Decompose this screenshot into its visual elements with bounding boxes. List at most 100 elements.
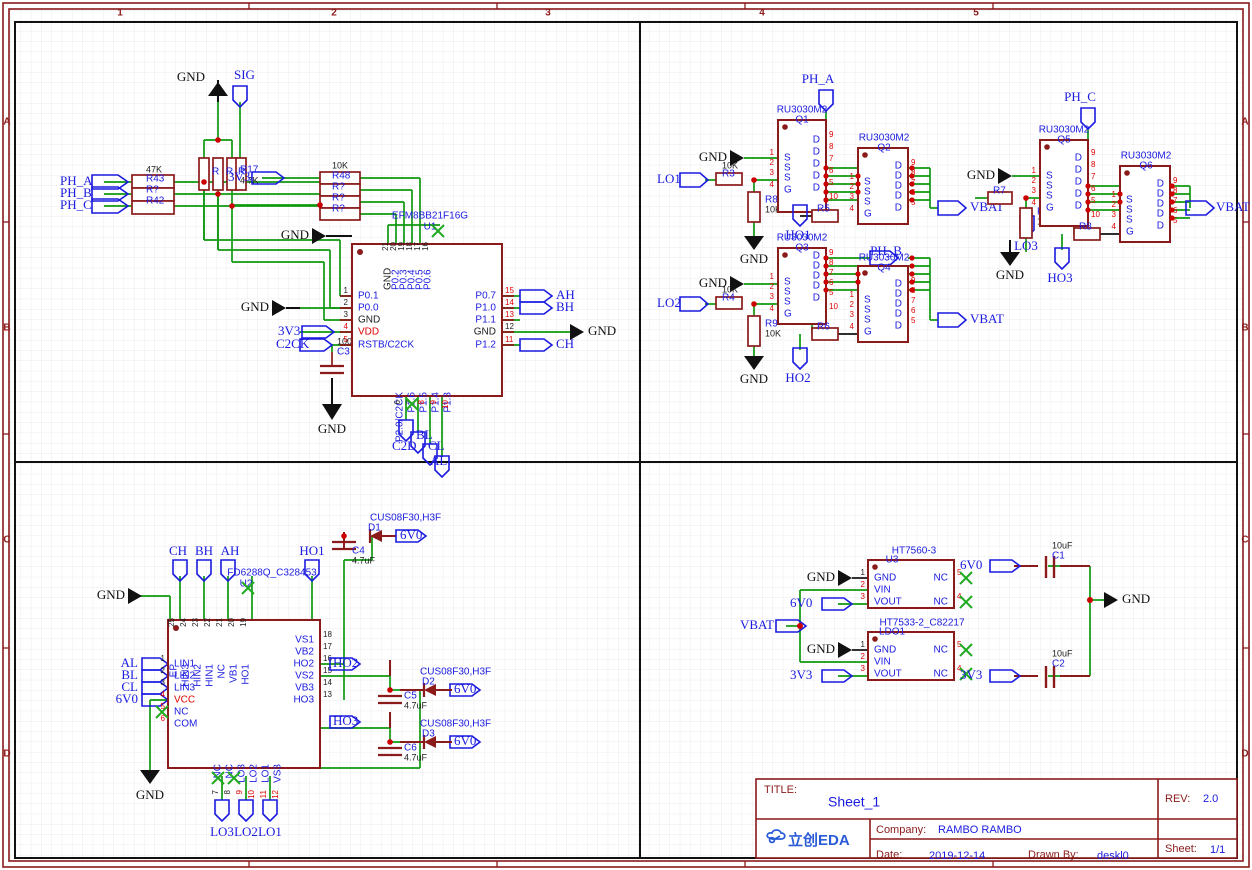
- u2-pnum-bot-5: 12: [271, 789, 280, 798]
- u3-pin-l2: VOUT: [874, 597, 902, 608]
- net-flag-6v0-boot2[interactable]: 6V0: [449, 681, 482, 697]
- u2-pnum-right-1: 17: [323, 642, 332, 651]
- net-label-bh: BH: [556, 299, 574, 314]
- q6-pin-s2: S: [1126, 215, 1133, 226]
- zone-side-a-right: A: [1241, 117, 1248, 128]
- q1-pin-d3: D: [813, 171, 820, 182]
- u2-pin-top-6: HO1: [241, 664, 252, 685]
- mcu-pin-right-1: P1.0: [475, 303, 496, 314]
- q3-num-3: 4: [770, 304, 775, 313]
- company-label: Company:: [876, 824, 926, 836]
- net-label-lo2: LO2: [657, 295, 681, 310]
- net-label-6v0-boot3: 6V0: [454, 733, 476, 748]
- net-flag-ho2-driver[interactable]: HO2: [329, 655, 362, 671]
- schematic-canvas: 1 2 3 4 5 A B C D A B C D GND SIG R R R …: [0, 0, 1252, 870]
- net-label-bh-driver: BH: [195, 543, 213, 558]
- u2-pin-left-3: VCC: [174, 695, 195, 706]
- mcu-pnum-bot-3: 9: [429, 399, 438, 404]
- u2-pnum-bot-4: 11: [259, 789, 268, 798]
- c5-value: 4.7uF: [404, 700, 428, 710]
- u2-pin-bot-3: LO2: [249, 764, 260, 783]
- u2-pnum-left-0: 1: [161, 654, 166, 663]
- divider-value: 10K: [332, 160, 348, 170]
- date-label: Date:: [876, 849, 902, 861]
- mcu-pin-left-1: P0.0: [358, 303, 379, 314]
- q2-pin-d3: D: [895, 191, 902, 202]
- net-label-lo2-driver: LO2: [234, 824, 258, 839]
- net-label-bl: BL: [416, 427, 433, 442]
- q2-num-0: 1: [850, 172, 855, 181]
- cap-c3-ref: C3: [337, 347, 350, 358]
- u3-pnum-l1: 2: [861, 580, 866, 589]
- rev-label: REV:: [1165, 793, 1190, 805]
- ldo1-pin-r1: NC: [934, 669, 948, 680]
- net-flag-6v0-boot3[interactable]: 6V0: [449, 733, 482, 749]
- rev-value: 2.0: [1203, 793, 1218, 805]
- q4-ref: Q4: [877, 263, 891, 274]
- net-label-3v3-top: 3V3: [228, 169, 250, 184]
- q1-pin-d2: D: [813, 159, 820, 170]
- gnd-label-caps: GND: [1122, 591, 1150, 606]
- u3-pnum-l2: 3: [861, 592, 866, 601]
- gnd-label-mcu-mid: GND: [241, 299, 269, 314]
- q6-pin-g: G: [1126, 227, 1134, 238]
- ldo1-designator: LDO1: [879, 627, 906, 638]
- q6-num-3: 4: [1112, 222, 1117, 231]
- drawn-by-label: Drawn By:: [1028, 849, 1079, 861]
- divider-ref-4: R?: [332, 204, 345, 215]
- net-label-vbat-b: VBAT: [970, 311, 1004, 326]
- mcu-pin-left-4: RSTB/C2CK: [358, 340, 414, 351]
- r9-value: 10K: [765, 328, 781, 338]
- mcu-pnum-right-2: 13: [505, 310, 514, 319]
- gnd-label-mcu-top: GND: [281, 227, 309, 242]
- mcu-pnum-right-4: 11: [505, 335, 514, 344]
- q3-pin-s2: S: [784, 297, 791, 308]
- mcu-pnum-left-0: 1: [344, 286, 349, 295]
- gnd-label-ldo1: GND: [807, 641, 835, 656]
- u2-pnum-bot-2: 9: [235, 789, 244, 794]
- gnd-label-mcu-right: GND: [588, 323, 616, 338]
- resistor-ref-r42: R42: [146, 196, 165, 207]
- q5-pin-d4: D: [1075, 201, 1082, 212]
- q2-num-2: 3: [850, 192, 855, 201]
- net-flag-6v0-boot1[interactable]: 6V0: [395, 527, 428, 543]
- mcu-pin-left-3: VDD: [358, 327, 379, 338]
- q4-num-r2: 7: [911, 296, 916, 305]
- net-flag-ho3-driver[interactable]: HO3: [329, 713, 362, 729]
- mosfet-q4[interactable]: RU3030M2 Q4 S S S G D D D D D 1 2 3 4 9 …: [850, 253, 916, 343]
- q4-num-3: 4: [850, 322, 855, 331]
- u2-pin-top-1: HIN3: [181, 664, 192, 687]
- mcu-pnum-top-5: 16: [421, 241, 430, 250]
- q3-num-r1: 8: [829, 258, 834, 267]
- q3-num-r4: 5: [829, 288, 834, 297]
- q1-pin-d4: D: [813, 183, 820, 194]
- gnd-label-q3: GND: [699, 275, 727, 290]
- mcu-pin-right-3: GND: [474, 327, 496, 338]
- u2-pnum-left-3: 4: [161, 690, 166, 699]
- mcu-pnum-right-3: 12: [505, 322, 514, 331]
- c6-value: 4.7uF: [404, 752, 428, 762]
- q4-num-r4: 5: [911, 316, 916, 325]
- zone-side-c-right: C: [1241, 535, 1248, 546]
- ldo1-pin-l0: GND: [874, 645, 896, 656]
- q5-pin-d3: D: [1075, 189, 1082, 200]
- r7-ref: R7: [993, 186, 1006, 197]
- q5-num-1: 2: [1032, 176, 1037, 185]
- net-label-ph-a-stage: PH_A: [802, 71, 835, 86]
- u2-pnum-top-4: 21: [215, 617, 224, 626]
- q3-num-0: 1: [770, 272, 775, 281]
- gnd-label: GND: [177, 69, 205, 84]
- zone-side-b: B: [3, 323, 10, 334]
- net-label-ho2-driver: HO2: [333, 655, 358, 670]
- u3-pnum-l0: 1: [861, 568, 866, 577]
- q5-num-r0: 9: [1091, 148, 1096, 157]
- u2-pin-bot-4: LO1: [261, 764, 272, 783]
- net-label-3v3-cap: 3V3: [960, 667, 982, 682]
- mcu-pnum-left-1: 2: [344, 298, 349, 307]
- ldo1-pin-r0: NC: [934, 645, 948, 656]
- net-label-c2ck: C2CK: [276, 336, 310, 351]
- q1-num-gate: 10: [829, 192, 838, 201]
- q5-ref: Q5: [1057, 135, 1071, 146]
- u2-pnum-right-5: 13: [323, 690, 332, 699]
- net-label-c2d: C2D: [392, 438, 417, 453]
